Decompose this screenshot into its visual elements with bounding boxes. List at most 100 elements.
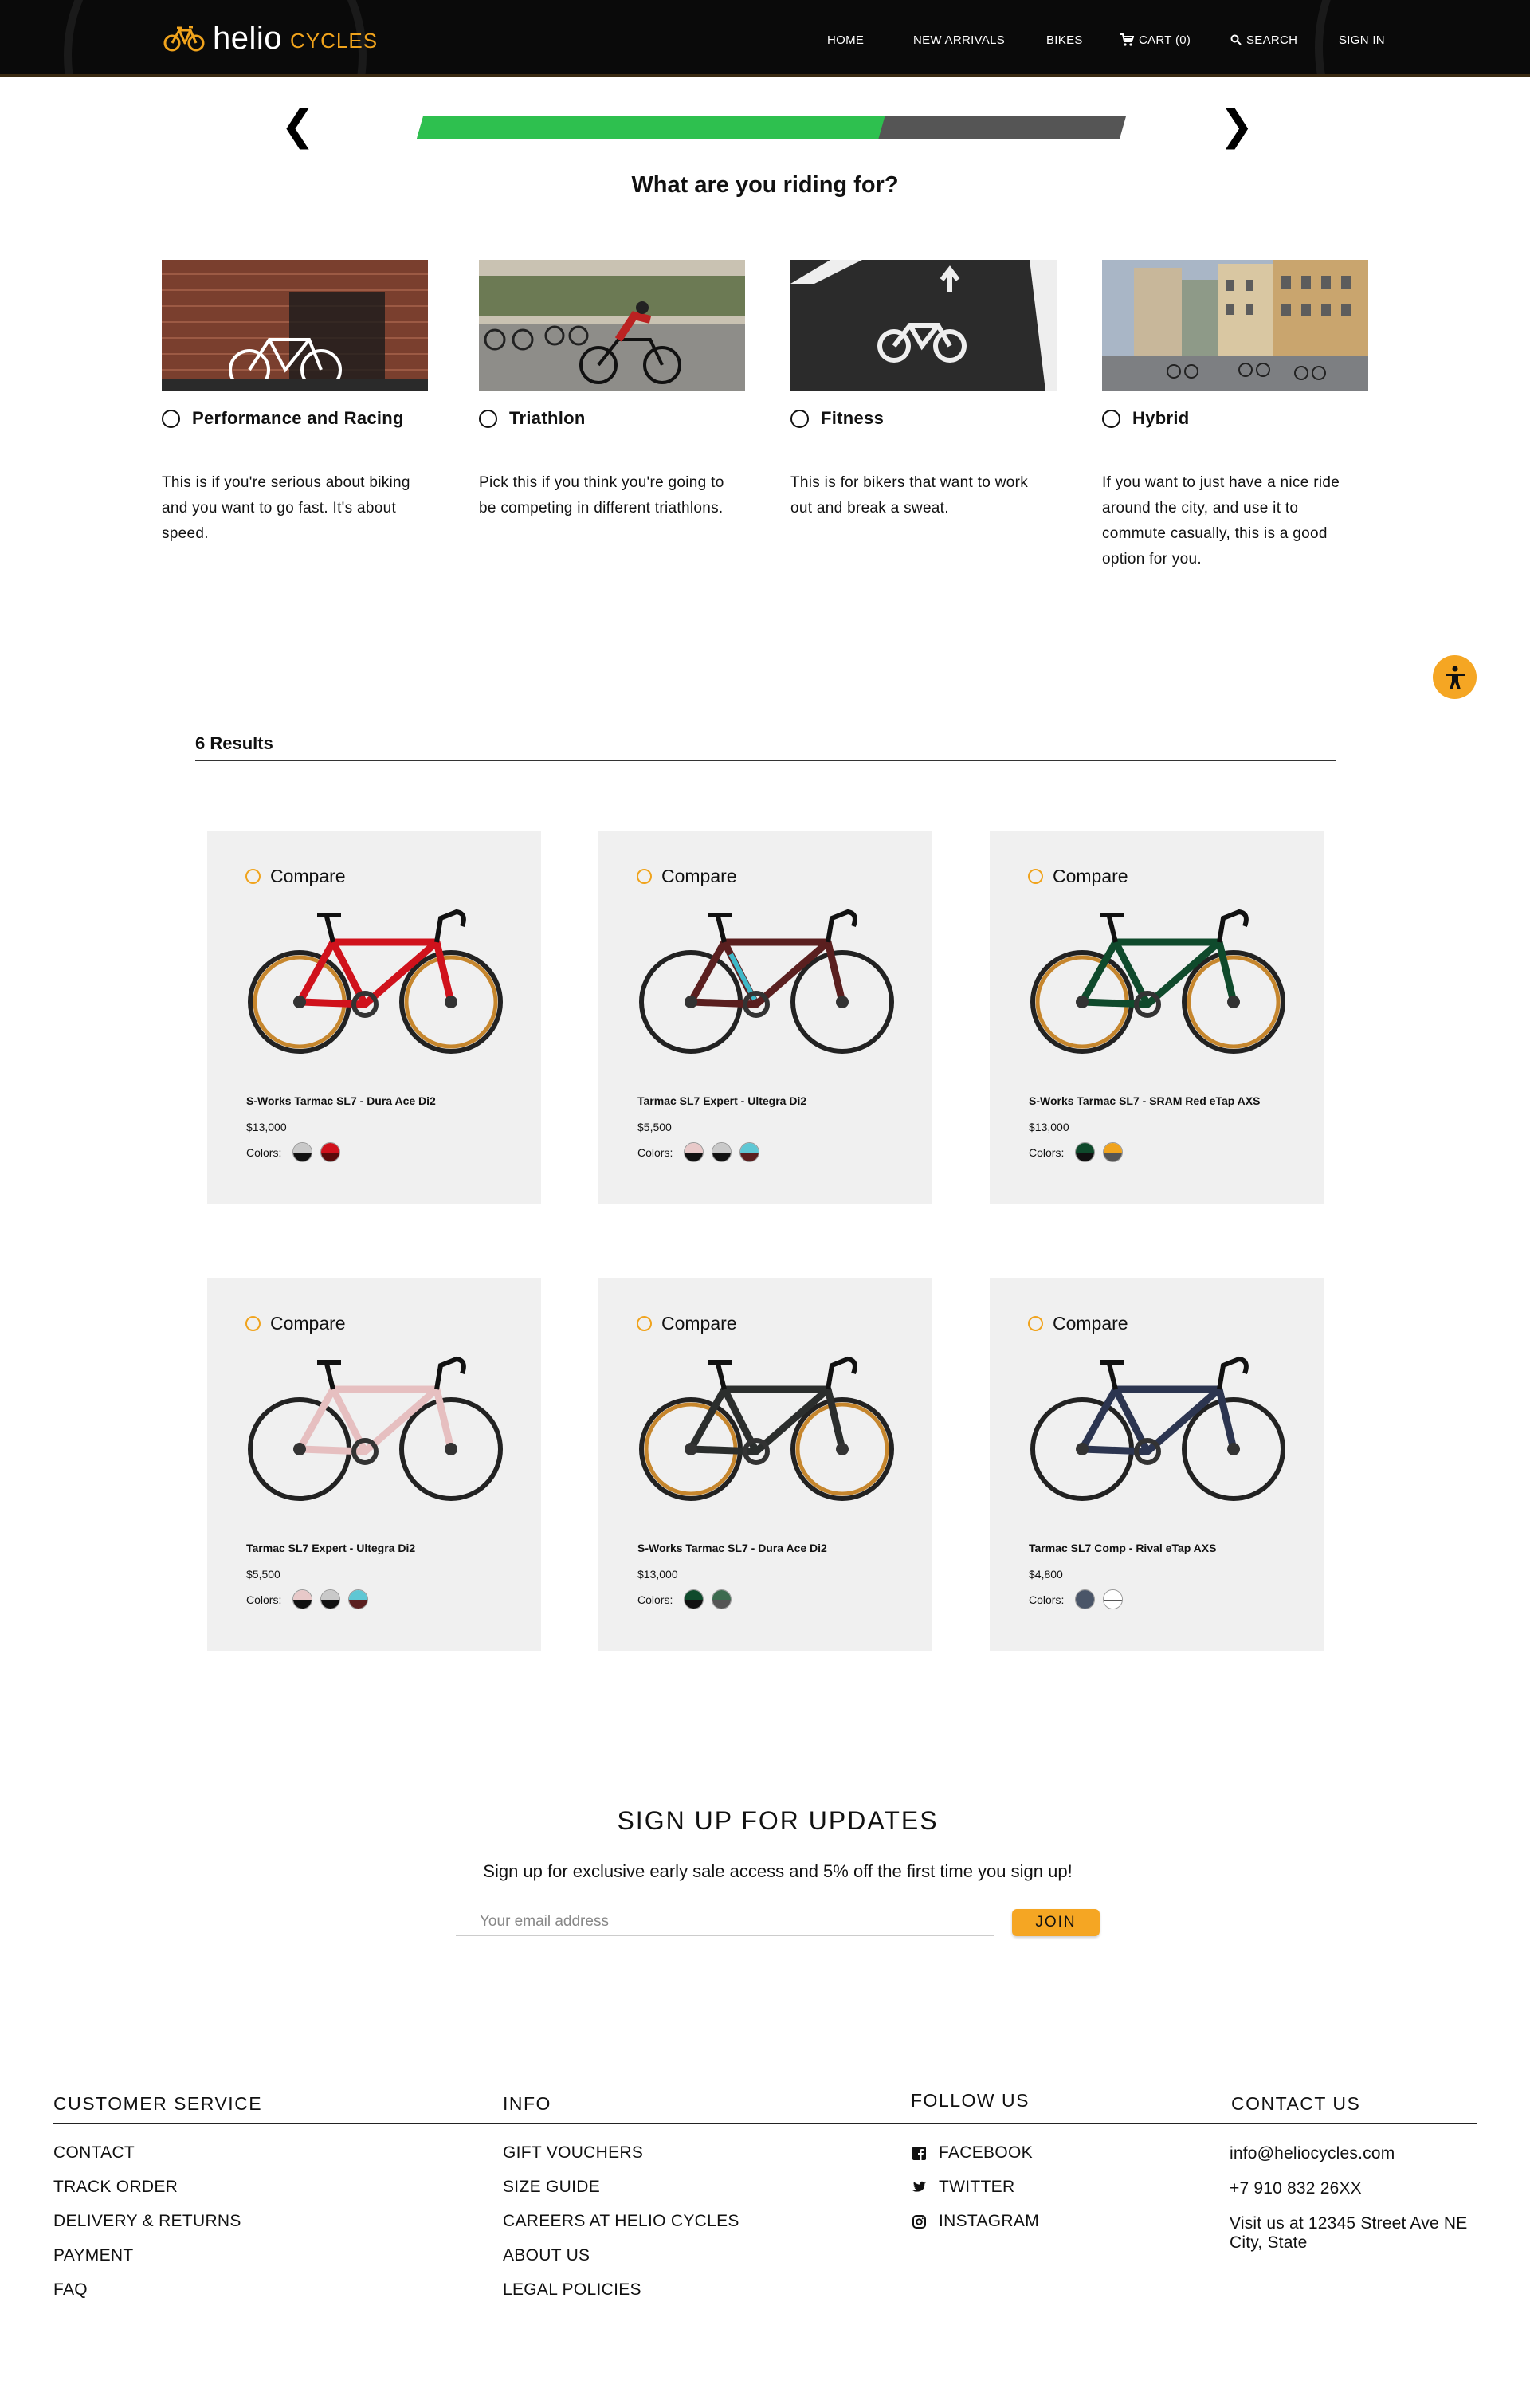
footer-link-contact[interactable]: CONTACT: [53, 2143, 241, 2177]
footer-info-title: INFO: [503, 2093, 551, 2114]
footer-link-size-guide[interactable]: SIZE GUIDE: [503, 2177, 740, 2211]
signup-title: SIGN UP FOR UPDATES: [617, 1806, 939, 1835]
product-price: $5,500: [246, 1568, 280, 1581]
next-arrow-button[interactable]: ❯: [1219, 102, 1254, 150]
footer-divider: [53, 2123, 1477, 2124]
color-swatch[interactable]: [1103, 1589, 1124, 1609]
colors-label: Colors:: [1029, 1145, 1065, 1159]
color-swatch[interactable]: [320, 1142, 341, 1162]
footer-link-instagram[interactable]: INSTAGRAM: [912, 2211, 1039, 2245]
color-swatch[interactable]: [1075, 1142, 1096, 1162]
contact-address-line-2: City, State: [1230, 2233, 1308, 2252]
product-price: $5,500: [638, 1121, 672, 1133]
facebook-label: FACEBOOK: [939, 2143, 1033, 2162]
ride-description-hybrid: If you want to just have a nice ride aro…: [1102, 474, 1340, 568]
product-bike-image: [639, 909, 894, 1054]
ride-radio-hybrid[interactable]: [1102, 409, 1120, 428]
contact-phone[interactable]: +7 910 832 26XX: [1230, 2179, 1467, 2198]
contact-email[interactable]: info@heliocycles.com: [1230, 2144, 1467, 2163]
product-card[interactable]: Compare S-Works Tarmac SL7 - Dura Ace Di…: [207, 831, 541, 1204]
compare-toggle[interactable]: Compare: [637, 866, 737, 887]
color-swatch[interactable]: [1103, 1142, 1124, 1162]
ride-photo-hybrid: [1102, 260, 1368, 391]
compare-radio[interactable]: [1028, 869, 1043, 884]
compare-label: Compare: [661, 866, 737, 886]
product-card[interactable]: Compare Tarmac SL7 Expert - Ultegra Di2 …: [598, 831, 932, 1204]
footer-link-legal-policies[interactable]: LEGAL POLICIES: [503, 2280, 740, 2314]
twitter-icon: [912, 2181, 926, 2192]
compare-radio[interactable]: [245, 1316, 261, 1331]
product-card[interactable]: Compare Tarmac SL7 Expert - Ultegra Di2 …: [207, 1278, 541, 1651]
product-card[interactable]: Compare S-Works Tarmac SL7 - SRAM Red eT…: [990, 831, 1324, 1204]
footer-customer-service-list: CONTACT TRACK ORDER DELIVERY & RETURNS P…: [53, 2143, 241, 2314]
compare-toggle[interactable]: Compare: [245, 866, 346, 887]
product-name: S-Works Tarmac SL7 - Dura Ace Di2: [246, 1094, 436, 1107]
nav-cart[interactable]: CART (0): [1120, 30, 1191, 49]
brand-name: helio: [213, 20, 283, 56]
footer-customer-service-title: CUSTOMER SERVICE: [53, 2093, 263, 2114]
compare-radio[interactable]: [637, 869, 652, 884]
color-swatch[interactable]: [684, 1142, 704, 1162]
product-card[interactable]: Compare S-Works Tarmac SL7 - Dura Ace Di…: [598, 1278, 932, 1651]
footer-link-careers[interactable]: CAREERS AT HELIO CYCLES: [503, 2211, 740, 2245]
footer-contact-block: info@heliocycles.com +7 910 832 26XX Vis…: [1230, 2144, 1467, 2253]
results-count: 6 Results: [195, 733, 273, 753]
color-swatch[interactable]: [1075, 1589, 1096, 1609]
color-swatch[interactable]: [292, 1589, 313, 1609]
ride-option-fitness[interactable]: Fitness This is for bikers that want to …: [790, 260, 1057, 521]
color-swatch[interactable]: [684, 1589, 704, 1609]
compare-toggle[interactable]: Compare: [637, 1313, 737, 1334]
nav-search[interactable]: SEARCH: [1230, 30, 1297, 49]
ride-option-performance[interactable]: Performance and Racing This is if you're…: [162, 260, 428, 547]
footer-link-gift-vouchers[interactable]: GIFT VOUCHERS: [503, 2143, 740, 2177]
join-button[interactable]: JOIN: [1012, 1909, 1100, 1936]
brand-suffix: CYCLES: [290, 28, 379, 53]
nav-new-arrivals[interactable]: NEW ARRIVALS: [913, 30, 1005, 49]
footer-link-faq[interactable]: FAQ: [53, 2280, 241, 2314]
email-input[interactable]: [456, 1908, 994, 1936]
footer-link-facebook[interactable]: FACEBOOK: [912, 2143, 1039, 2177]
ride-label-performance: Performance and Racing: [192, 408, 404, 428]
compare-radio[interactable]: [1028, 1316, 1043, 1331]
compare-radio[interactable]: [637, 1316, 652, 1331]
color-swatch[interactable]: [348, 1589, 369, 1609]
product-colors: Colors:: [1029, 1589, 1131, 1609]
signup-subtitle: Sign up for exclusive early sale access …: [483, 1861, 1073, 1881]
color-swatch[interactable]: [712, 1142, 732, 1162]
quiz-progress-bar: [417, 116, 1126, 139]
product-name: Tarmac SL7 Expert - Ultegra Di2: [246, 1542, 416, 1554]
ride-option-triathlon[interactable]: Triathlon Pick this if you think you're …: [479, 260, 745, 521]
compare-toggle[interactable]: Compare: [1028, 866, 1128, 887]
footer-link-delivery-returns[interactable]: DELIVERY & RETURNS: [53, 2211, 241, 2245]
color-swatch[interactable]: [712, 1589, 732, 1609]
product-card[interactable]: Compare Tarmac SL7 Comp - Rival eTap AXS…: [990, 1278, 1324, 1651]
progress-fill: [417, 116, 885, 139]
prev-arrow-button[interactable]: ❮: [280, 102, 316, 150]
ride-label-triathlon: Triathlon: [509, 408, 586, 428]
ride-radio-fitness[interactable]: [790, 409, 809, 428]
color-swatch[interactable]: [740, 1142, 760, 1162]
product-bike-image: [248, 909, 503, 1054]
footer-link-payment[interactable]: PAYMENT: [53, 2245, 241, 2280]
color-swatch[interactable]: [320, 1589, 341, 1609]
footer-link-track-order[interactable]: TRACK ORDER: [53, 2177, 241, 2211]
ride-radio-triathlon[interactable]: [479, 409, 497, 428]
accessibility-button[interactable]: [1433, 655, 1477, 699]
compare-toggle[interactable]: Compare: [245, 1313, 346, 1334]
footer-link-about-us[interactable]: ABOUT US: [503, 2245, 740, 2280]
product-colors: Colors:: [638, 1142, 767, 1162]
search-label: SEARCH: [1246, 33, 1298, 47]
color-swatch[interactable]: [292, 1142, 313, 1162]
site-logo[interactable]: helio CYCLES: [163, 19, 378, 57]
product-price: $13,000: [1029, 1121, 1069, 1133]
nav-bikes[interactable]: BIKES: [1046, 30, 1083, 49]
compare-radio[interactable]: [245, 869, 261, 884]
nav-sign-in[interactable]: SIGN IN: [1339, 30, 1385, 49]
ride-option-hybrid[interactable]: Hybrid If you want to just have a nice r…: [1102, 260, 1368, 572]
compare-toggle[interactable]: Compare: [1028, 1313, 1128, 1334]
product-colors: Colors:: [246, 1589, 376, 1609]
ride-radio-performance[interactable]: [162, 409, 180, 428]
colors-label: Colors:: [246, 1593, 282, 1606]
footer-link-twitter[interactable]: TWITTER: [912, 2177, 1039, 2211]
nav-home[interactable]: HOME: [827, 30, 864, 49]
